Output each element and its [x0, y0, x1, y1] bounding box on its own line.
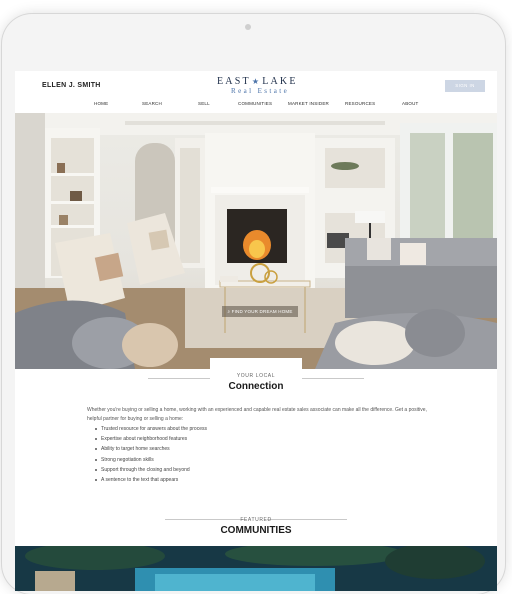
connection-title: Connection [228, 381, 284, 392]
hero-living-room-image: ⌕ FIND YOUR DREAM HOME [15, 113, 497, 369]
camera-dot [245, 24, 251, 30]
nav-item-home[interactable]: HOME [94, 101, 108, 106]
communities-title: COMMUNITIES [220, 525, 292, 536]
find-dream-home-label: FIND YOUR DREAM HOME [231, 309, 293, 314]
divider-right [302, 378, 364, 379]
list-item: Support through the closing and beyond [95, 467, 207, 477]
star-icon: ★ [251, 77, 262, 86]
nav-item-sell[interactable]: SELL [198, 101, 210, 106]
nav-item-search[interactable]: SEARCH [142, 101, 162, 106]
nav-item-resources[interactable]: RESOURCES [345, 101, 375, 106]
benefits-list: Trusted resource for answers about the p… [95, 426, 207, 487]
brand-logo[interactable]: EAST★LAKE [217, 76, 298, 87]
agent-name: ELLEN J. SMITH [42, 82, 101, 89]
connection-intro: Whether you're buying or selling a home,… [87, 407, 427, 422]
sign-in-button[interactable]: SIGN IN [445, 80, 485, 92]
list-item: Strong negotiation skills [95, 457, 207, 467]
community-photo[interactable] [15, 546, 497, 591]
communities-kicker: FEATURED [240, 517, 272, 523]
tablet-frame: ⌕ FIND YOUR DREAM HOME ELLEN J. SMITH EA… [2, 14, 505, 594]
list-item: Trusted resource for answers about the p… [95, 426, 207, 436]
nav-item-market-insider[interactable]: MARKET INSIDER [288, 101, 329, 106]
living-room-illustration [15, 113, 497, 369]
list-item: Ability to target home searches [95, 446, 207, 456]
list-item: Expertise about neighborhood features [95, 436, 207, 446]
logo-east: EAST [217, 76, 251, 87]
logo-lake: LAKE [262, 76, 298, 87]
nav-item-about[interactable]: ABOUT [402, 101, 419, 106]
community-pool-illustration [15, 546, 497, 591]
divider-left [148, 378, 210, 379]
nav-item-communities[interactable]: COMMUNITIES [238, 101, 272, 106]
list-item: A sentence to the text that appears [95, 477, 207, 487]
site-header: ELLEN J. SMITH EAST★LAKE Real Estate SIG… [15, 71, 497, 113]
main-nav: HOME SEARCH SELL COMMUNITIES MARKET INSI… [15, 101, 497, 111]
website-screen: ⌕ FIND YOUR DREAM HOME ELLEN J. SMITH EA… [15, 71, 497, 591]
logo-subtitle: Real Estate [231, 87, 290, 95]
find-dream-home-button[interactable]: ⌕ FIND YOUR DREAM HOME [222, 306, 298, 317]
connection-kicker: YOUR LOCAL [236, 373, 276, 379]
